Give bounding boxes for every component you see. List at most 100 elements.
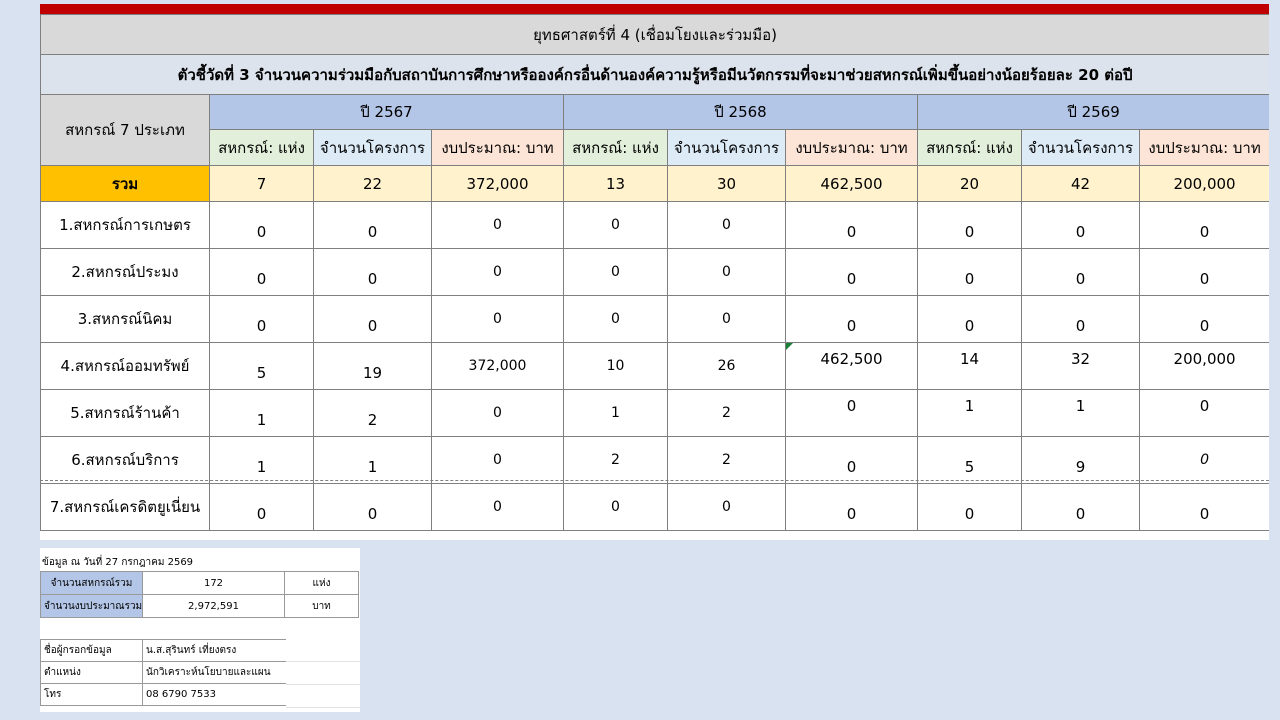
data-cell[interactable]: 0 — [667, 201, 786, 249]
data-cell[interactable]: 0 — [431, 483, 564, 531]
data-cell[interactable]: 2 — [667, 436, 786, 484]
summary-value[interactable]: 2,972,591 — [142, 594, 285, 618]
data-cell[interactable]: 2 — [667, 389, 786, 437]
total-cell[interactable]: 372,000 — [431, 165, 564, 202]
data-cell[interactable]: 0 — [917, 201, 1022, 249]
row-label[interactable]: 5.สหกรณ์ร้านค้า — [40, 389, 210, 437]
data-cell[interactable]: 462,500 — [785, 342, 918, 390]
row-label[interactable]: 3.สหกรณ์นิคม — [40, 295, 210, 343]
data-cell[interactable]: 1 — [563, 389, 668, 437]
row-label[interactable]: 6.สหกรณ์บริการ — [40, 436, 210, 484]
data-cell[interactable]: 0 — [917, 295, 1022, 343]
data-cell[interactable]: 1 — [209, 436, 314, 484]
col-header-projects[interactable]: จำนวนโครงการ — [667, 129, 786, 166]
data-cell[interactable]: 0 — [785, 201, 918, 249]
contact-label[interactable]: ชื่อผู้กรอกข้อมูล — [40, 639, 143, 662]
data-cell[interactable]: 1 — [917, 389, 1022, 437]
row-label[interactable]: 4.สหกรณ์ออมทรัพย์ — [40, 342, 210, 390]
total-cell[interactable]: 7 — [209, 165, 314, 202]
data-cell[interactable]: 0 — [1138, 483, 1269, 531]
data-cell[interactable]: 5 — [917, 436, 1022, 484]
data-cell[interactable]: 5 — [209, 342, 314, 390]
col-header-coops[interactable]: สหกรณ์: แห่ง — [209, 129, 314, 166]
data-cell[interactable]: 0 — [209, 295, 314, 343]
summary-label[interactable]: จำนวนงบประมาณรวม — [40, 594, 143, 618]
col-header-projects[interactable]: จำนวนโครงการ — [1021, 129, 1140, 166]
data-cell[interactable]: 0 — [431, 389, 564, 437]
data-cell[interactable]: 0 — [917, 483, 1022, 531]
data-cell[interactable]: 0 — [785, 248, 918, 296]
data-cell[interactable]: 0 — [431, 201, 564, 249]
contact-value[interactable]: น.ส.สุรินทร์ เที่ยงตรง — [142, 639, 287, 662]
data-cell[interactable]: 0 — [785, 483, 918, 531]
total-cell[interactable]: 30 — [667, 165, 786, 202]
data-cell[interactable]: 0 — [1021, 248, 1140, 296]
contact-label[interactable]: ตำแหน่ง — [40, 661, 143, 684]
data-cell[interactable]: 1 — [1021, 389, 1140, 437]
data-cell[interactable]: 0 — [1138, 295, 1269, 343]
category-header[interactable]: สหกรณ์ 7 ประเภท — [40, 94, 210, 166]
data-cell[interactable]: 0 — [1021, 201, 1140, 249]
total-cell[interactable]: 13 — [563, 165, 668, 202]
data-cell[interactable]: 0 — [563, 201, 668, 249]
row-label[interactable]: 7.สหกรณ์เครดิตยูเนี่ยน — [40, 483, 210, 531]
summary-unit[interactable]: บาท — [284, 594, 359, 618]
data-cell[interactable]: 0 — [313, 201, 432, 249]
year-header-2568[interactable]: ปี 2568 — [563, 94, 918, 130]
col-header-projects[interactable]: จำนวนโครงการ — [313, 129, 432, 166]
data-cell[interactable]: 0 — [313, 295, 432, 343]
data-cell[interactable]: 0 — [785, 389, 918, 437]
data-cell[interactable]: 0 — [917, 248, 1022, 296]
data-cell[interactable]: 0 — [1138, 248, 1269, 296]
col-header-budget[interactable]: งบประมาณ: บาท — [1138, 129, 1269, 166]
data-cell[interactable]: 0 — [1138, 389, 1269, 437]
summary-unit[interactable]: แห่ง — [284, 571, 359, 595]
data-cell[interactable]: 14 — [917, 342, 1022, 390]
data-cell[interactable]: 0 — [1021, 483, 1140, 531]
summary-value[interactable]: 172 — [142, 571, 285, 595]
data-cell[interactable]: 0 — [313, 483, 432, 531]
indicator-title[interactable]: ตัวชี้วัดที่ 3 จำนวนความร่วมมือกับสถาบัน… — [40, 54, 1269, 95]
data-cell[interactable]: 0 — [785, 436, 918, 484]
col-header-budget[interactable]: งบประมาณ: บาท — [785, 129, 918, 166]
data-cell[interactable]: 1 — [313, 436, 432, 484]
data-cell[interactable]: 0 — [667, 295, 786, 343]
col-header-budget[interactable]: งบประมาณ: บาท — [431, 129, 564, 166]
data-cell[interactable]: 0 — [667, 248, 786, 296]
data-cell[interactable]: 1 — [209, 389, 314, 437]
data-cell[interactable]: 372,000 — [431, 342, 564, 390]
total-cell[interactable]: 20 — [917, 165, 1022, 202]
total-cell[interactable]: 462,500 — [785, 165, 918, 202]
row-label[interactable]: 1.สหกรณ์การเกษตร — [40, 201, 210, 249]
data-cell[interactable]: 0 — [667, 483, 786, 531]
col-header-coops[interactable]: สหกรณ์: แห่ง — [917, 129, 1022, 166]
data-cell[interactable]: 32 — [1021, 342, 1140, 390]
contact-label[interactable]: โทร — [40, 683, 143, 706]
data-cell[interactable]: 19 — [313, 342, 432, 390]
data-cell[interactable]: 0 — [209, 201, 314, 249]
data-cell[interactable]: 2 — [563, 436, 668, 484]
year-header-2569[interactable]: ปี 2569 — [916, 94, 1269, 130]
data-cell[interactable]: 0 — [785, 295, 918, 343]
summary-label[interactable]: จำนวนสหกรณ์รวม — [40, 571, 143, 595]
strategy-title[interactable]: ยุทธศาสตร์ที่ 4 (เชื่อมโยงและร่วมมือ) — [40, 14, 1269, 55]
total-cell[interactable]: 22 — [313, 165, 432, 202]
data-cell[interactable]: 200,000 — [1138, 342, 1269, 390]
data-cell[interactable]: 0 — [563, 483, 668, 531]
data-cell[interactable]: 0 — [1138, 201, 1269, 249]
data-cell[interactable]: 0 — [563, 295, 668, 343]
data-cell[interactable]: 2 — [313, 389, 432, 437]
contact-value[interactable]: นักวิเคราะห์นโยบายและแผน — [142, 661, 287, 684]
data-cell[interactable]: 0 — [1138, 436, 1269, 484]
total-label[interactable]: รวม — [40, 165, 210, 202]
row-label[interactable]: 2.สหกรณ์ประมง — [40, 248, 210, 296]
total-cell[interactable]: 42 — [1021, 165, 1140, 202]
data-cell[interactable]: 26 — [667, 342, 786, 390]
data-cell[interactable]: 10 — [563, 342, 668, 390]
data-cell[interactable]: 0 — [563, 248, 668, 296]
total-cell[interactable]: 200,000 — [1138, 165, 1269, 202]
year-header-2567[interactable]: ปี 2567 — [209, 94, 564, 130]
data-cell[interactable]: 0 — [431, 295, 564, 343]
data-cell[interactable]: 0 — [431, 436, 564, 484]
col-header-coops[interactable]: สหกรณ์: แห่ง — [563, 129, 668, 166]
